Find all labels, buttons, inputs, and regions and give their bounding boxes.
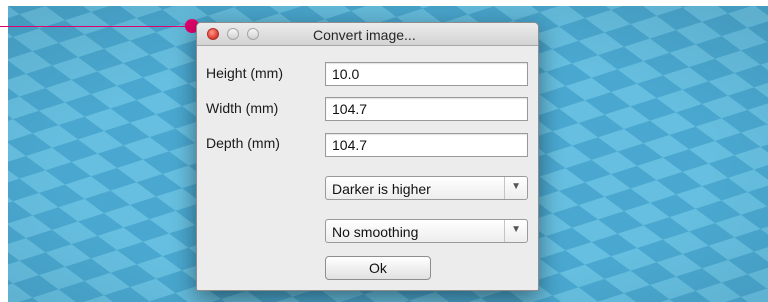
width-input[interactable] [325,97,528,121]
height-input[interactable] [325,62,528,86]
depth-input[interactable] [325,133,528,157]
convert-image-dialog: Convert image... Height (mm) Width (mm) … [196,22,539,291]
chevron-down-icon: ▼ [511,224,521,235]
minimize-icon[interactable] [227,28,239,40]
width-label: Width (mm) [206,100,279,116]
zoom-icon[interactable] [247,28,259,40]
height-mode-value: Darker is higher [332,181,431,197]
chevron-down-icon: ▼ [511,181,521,192]
title-bar[interactable]: Convert image... [197,23,538,46]
ok-button[interactable]: Ok [325,256,431,280]
dialog-title: Convert image... [313,27,416,43]
depth-label: Depth (mm) [206,135,280,151]
smoothing-value: No smoothing [332,224,419,240]
close-icon[interactable] [207,28,219,40]
annotation-line [0,26,190,27]
select-divider [504,220,505,242]
height-mode-select[interactable]: Darker is higher ▼ [325,176,528,200]
smoothing-select[interactable]: No smoothing ▼ [325,219,528,243]
height-label: Height (mm) [206,65,284,81]
select-divider [504,177,505,199]
